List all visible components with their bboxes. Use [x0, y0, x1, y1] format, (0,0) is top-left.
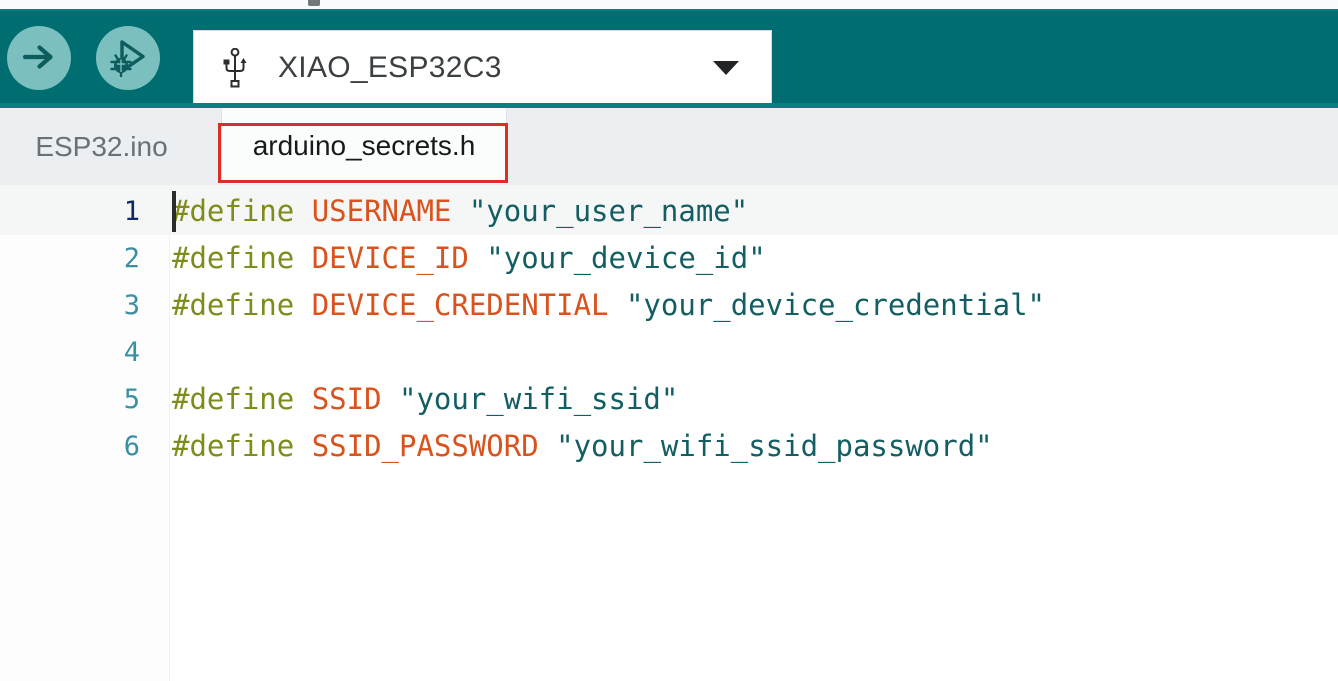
tab-label: arduino_secrets.h	[252, 130, 476, 161]
text-cursor	[172, 191, 176, 232]
token-string: "your_device_credential"	[625, 288, 1045, 322]
code-line[interactable]: 3 #define DEVICE_CREDENTIAL "your_device_…	[0, 282, 1338, 329]
usb-icon	[222, 47, 248, 87]
upload-button[interactable]	[7, 26, 71, 90]
clipped-glyph-icon	[308, 0, 320, 6]
code-line-text: #define DEVICE_ID "your_device_id"	[140, 235, 1338, 282]
line-number: 3	[123, 290, 140, 321]
debug-button[interactable]	[96, 26, 160, 90]
token-string: "your_wifi_ssid_password"	[556, 429, 993, 463]
token-macro: SSID	[311, 382, 382, 416]
token-string: "your_device_id"	[486, 241, 766, 275]
debug-bug-play-icon	[106, 35, 150, 82]
token-macro: SSID_PASSWORD	[311, 429, 539, 463]
line-number: 6	[123, 431, 140, 462]
code-line-text: #define SSID "your_wifi_ssid"	[140, 376, 1338, 423]
editor-tab-bar: ESP32.ino arduino_secrets.h	[0, 108, 1338, 188]
code-line-text: #define DEVICE_CREDENTIAL "your_device_c…	[140, 282, 1338, 329]
chevron-down-icon[interactable]	[713, 60, 739, 75]
board-selector[interactable]: XIAO_ESP32C3	[193, 30, 772, 105]
token-macro: USERNAME	[311, 194, 452, 228]
line-number: 2	[123, 243, 140, 274]
window-chrome-sliver	[0, 0, 1338, 9]
tab-active-slot: arduino_secrets.h	[203, 108, 525, 186]
line-number: 4	[123, 337, 140, 368]
arrow-right-icon	[19, 37, 59, 80]
code-line[interactable]: 2 #define DEVICE_ID "your_device_id"	[0, 235, 1338, 282]
code-line[interactable]: 1 #define USERNAME "your_user_name"	[0, 188, 1338, 235]
main-toolbar: XIAO_ESP32C3	[0, 9, 1338, 108]
code-line-text: #define SSID_PASSWORD "your_wifi_ssid_pa…	[140, 423, 1338, 470]
token-directive: #define	[172, 382, 295, 416]
tab-esp32-ino[interactable]: ESP32.ino	[0, 108, 203, 186]
token-macro: DEVICE_CREDENTIAL	[311, 288, 609, 322]
board-selector-value: XIAO_ESP32C3	[278, 50, 502, 84]
tab-arduino-secrets-h[interactable]: arduino_secrets.h	[221, 108, 507, 184]
token-macro: DEVICE_ID	[311, 241, 469, 275]
code-line[interactable]: 5 #define SSID "your_wifi_ssid"	[0, 376, 1338, 423]
code-line[interactable]: 6 #define SSID_PASSWORD "your_wifi_ssid_p…	[0, 423, 1338, 470]
code-lines: 1 #define USERNAME "your_user_name" 2 #defi…	[0, 188, 1338, 470]
token-directive: #define	[172, 288, 295, 322]
line-number: 5	[123, 384, 140, 415]
token-directive: #define	[172, 241, 295, 275]
token-string: "your_user_name"	[468, 194, 749, 228]
token-directive: #define	[172, 194, 295, 228]
code-editor[interactable]: 1 #define USERNAME "your_user_name" 2 #defi…	[0, 188, 1338, 681]
code-line[interactable]: 4	[0, 329, 1338, 376]
arduino-ide-window: XIAO_ESP32C3 ESP32.ino arduino_secrets.h…	[0, 0, 1338, 681]
token-directive: #define	[172, 429, 295, 463]
tab-label: ESP32.ino	[35, 131, 168, 162]
code-line-text: #define USERNAME "your_user_name"	[140, 188, 1338, 235]
token-string: "your_wifi_ssid"	[399, 382, 679, 416]
line-number: 1	[123, 196, 140, 227]
